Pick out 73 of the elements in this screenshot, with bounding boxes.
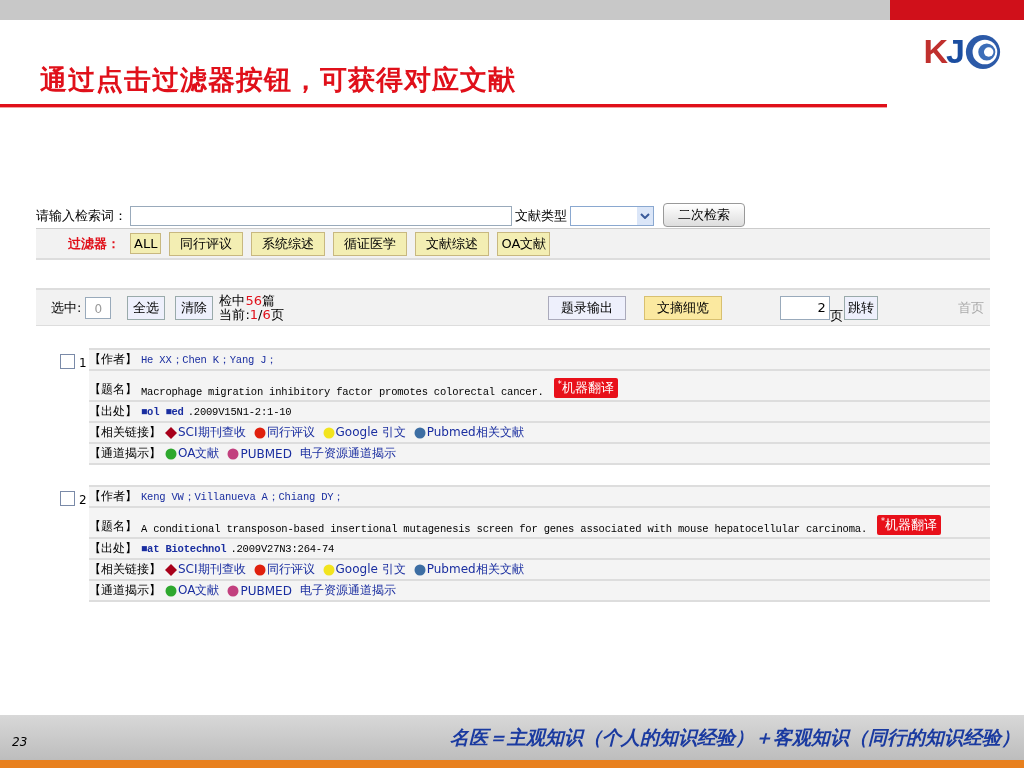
title-label: 【题名】 <box>89 381 137 398</box>
link[interactable]: Pubmed相关文献 <box>426 561 524 578</box>
view-button[interactable]: 题录输出 <box>547 295 626 320</box>
related-links-label: 【相关链接】 <box>89 561 161 578</box>
link[interactable]: SCI期刊查收 <box>178 561 246 578</box>
doc-type-label: 文献类型 <box>515 206 567 225</box>
machine-translate-button[interactable]: $^{*}$机器翻译 <box>877 515 942 535</box>
circle-logo-icon <box>964 32 1002 71</box>
link[interactable]: OA文献 <box>178 445 220 462</box>
filter-button[interactable]: 系统综述 <box>251 231 326 256</box>
machine-translate-button[interactable]: $^{*}$机器翻译 <box>553 378 618 398</box>
link[interactable]: OA文献 <box>178 582 220 599</box>
page-current: 1 <box>249 307 259 322</box>
link[interactable]: 电子资源通道揭示 <box>299 445 396 462</box>
found-label: 检中 <box>219 293 246 308</box>
related-links-label: 【相关链接】 <box>89 424 161 441</box>
link[interactable]: Google 引文 <box>335 561 406 578</box>
page-unit-label: 页 <box>829 307 843 325</box>
article-title: Macrophage migration inhibitory factor promotes colorectal cancer. <box>141 386 544 398</box>
filter-button[interactable]: 同行评议 <box>169 231 244 256</box>
link[interactable]: 电子资源通道揭示 <box>299 582 396 599</box>
checkbox[interactable] <box>60 491 75 506</box>
found-unit: 篇 <box>261 293 275 308</box>
filter-button[interactable]: 循证医学 <box>333 231 408 256</box>
record-number: 2 <box>79 493 88 507</box>
filter-button[interactable]: OA文献 <box>497 231 551 256</box>
author-label: 【作者】 <box>89 351 137 368</box>
filter-label: 过滤器： <box>68 234 120 253</box>
page-unit: 页 <box>270 307 284 322</box>
link[interactable]: 同行评议 <box>266 424 315 441</box>
link[interactable]: PUBMED <box>240 583 292 598</box>
slide-title: 通过点击过滤器按钮，可获得对应文献 <box>40 64 516 97</box>
journal-link[interactable]: ■at Biotechnol <box>141 542 227 555</box>
link[interactable]: Pubmed相关文献 <box>426 424 524 441</box>
secondary-search-button[interactable]: 二次检索 <box>663 203 745 227</box>
source-label: 【出处】 <box>89 540 137 557</box>
doc-type-dropdown[interactable] <box>570 205 654 226</box>
page-number-field[interactable]: 2 <box>779 295 830 320</box>
chevron-down-icon <box>640 212 650 219</box>
link[interactable]: 同行评议 <box>266 561 315 578</box>
jump-button[interactable]: 跳转 <box>843 295 878 320</box>
search-field[interactable] <box>130 205 512 226</box>
link[interactable]: PUBMED <box>240 446 292 461</box>
checkbox[interactable] <box>60 354 75 369</box>
title-label: 【题名】 <box>89 518 137 535</box>
logo-text: KJ <box>923 32 963 71</box>
filter-button[interactable]: 文献综述 <box>415 231 490 256</box>
author-label: 【作者】 <box>89 488 137 505</box>
channels-label: 【通道揭示】 <box>89 445 161 462</box>
selected-label: 选中: <box>51 298 82 317</box>
search-label: 请输入检索词： <box>36 206 127 225</box>
footer-text: 名医＝主观知识（个人的知识经验）＋客观知识（同行的知识经验） <box>450 725 1020 750</box>
channels-label: 【通道揭示】 <box>89 582 161 599</box>
source-label: 【出处】 <box>89 403 137 420</box>
filter-button[interactable]: ALL <box>130 233 162 254</box>
selected-count-field: 0 <box>85 296 112 319</box>
page-separator: / <box>258 307 263 322</box>
page-label: 当前: <box>219 307 250 322</box>
link[interactable]: Google 引文 <box>335 424 406 441</box>
page-total: 6 <box>262 307 271 322</box>
journal-link[interactable]: ■ol ■ed <box>141 405 184 418</box>
view-button[interactable]: 文摘细览 <box>643 295 722 320</box>
record-number: 1 <box>79 356 88 370</box>
article-title: A conditional transposon-based insertional mutagenesis screen for genes associated with mouse hepatocellular carcinoma. <box>141 523 868 535</box>
found-count: 56 <box>245 293 262 308</box>
page-number: 23 <box>12 734 28 749</box>
select-all-button[interactable]: 全选 <box>127 295 166 320</box>
source-detail: .2009V15N1-2:1-10 <box>187 405 292 418</box>
author-list[interactable]: Keng VW；Villanueva A；Chiang DY； <box>141 489 345 504</box>
source-detail: .2009V27N3:264-74 <box>230 542 335 555</box>
author-list[interactable]: He XX；Chen K；Yang J； <box>141 352 278 367</box>
link[interactable]: SCI期刊查收 <box>178 424 246 441</box>
clear-button[interactable]: 清除 <box>175 295 214 320</box>
